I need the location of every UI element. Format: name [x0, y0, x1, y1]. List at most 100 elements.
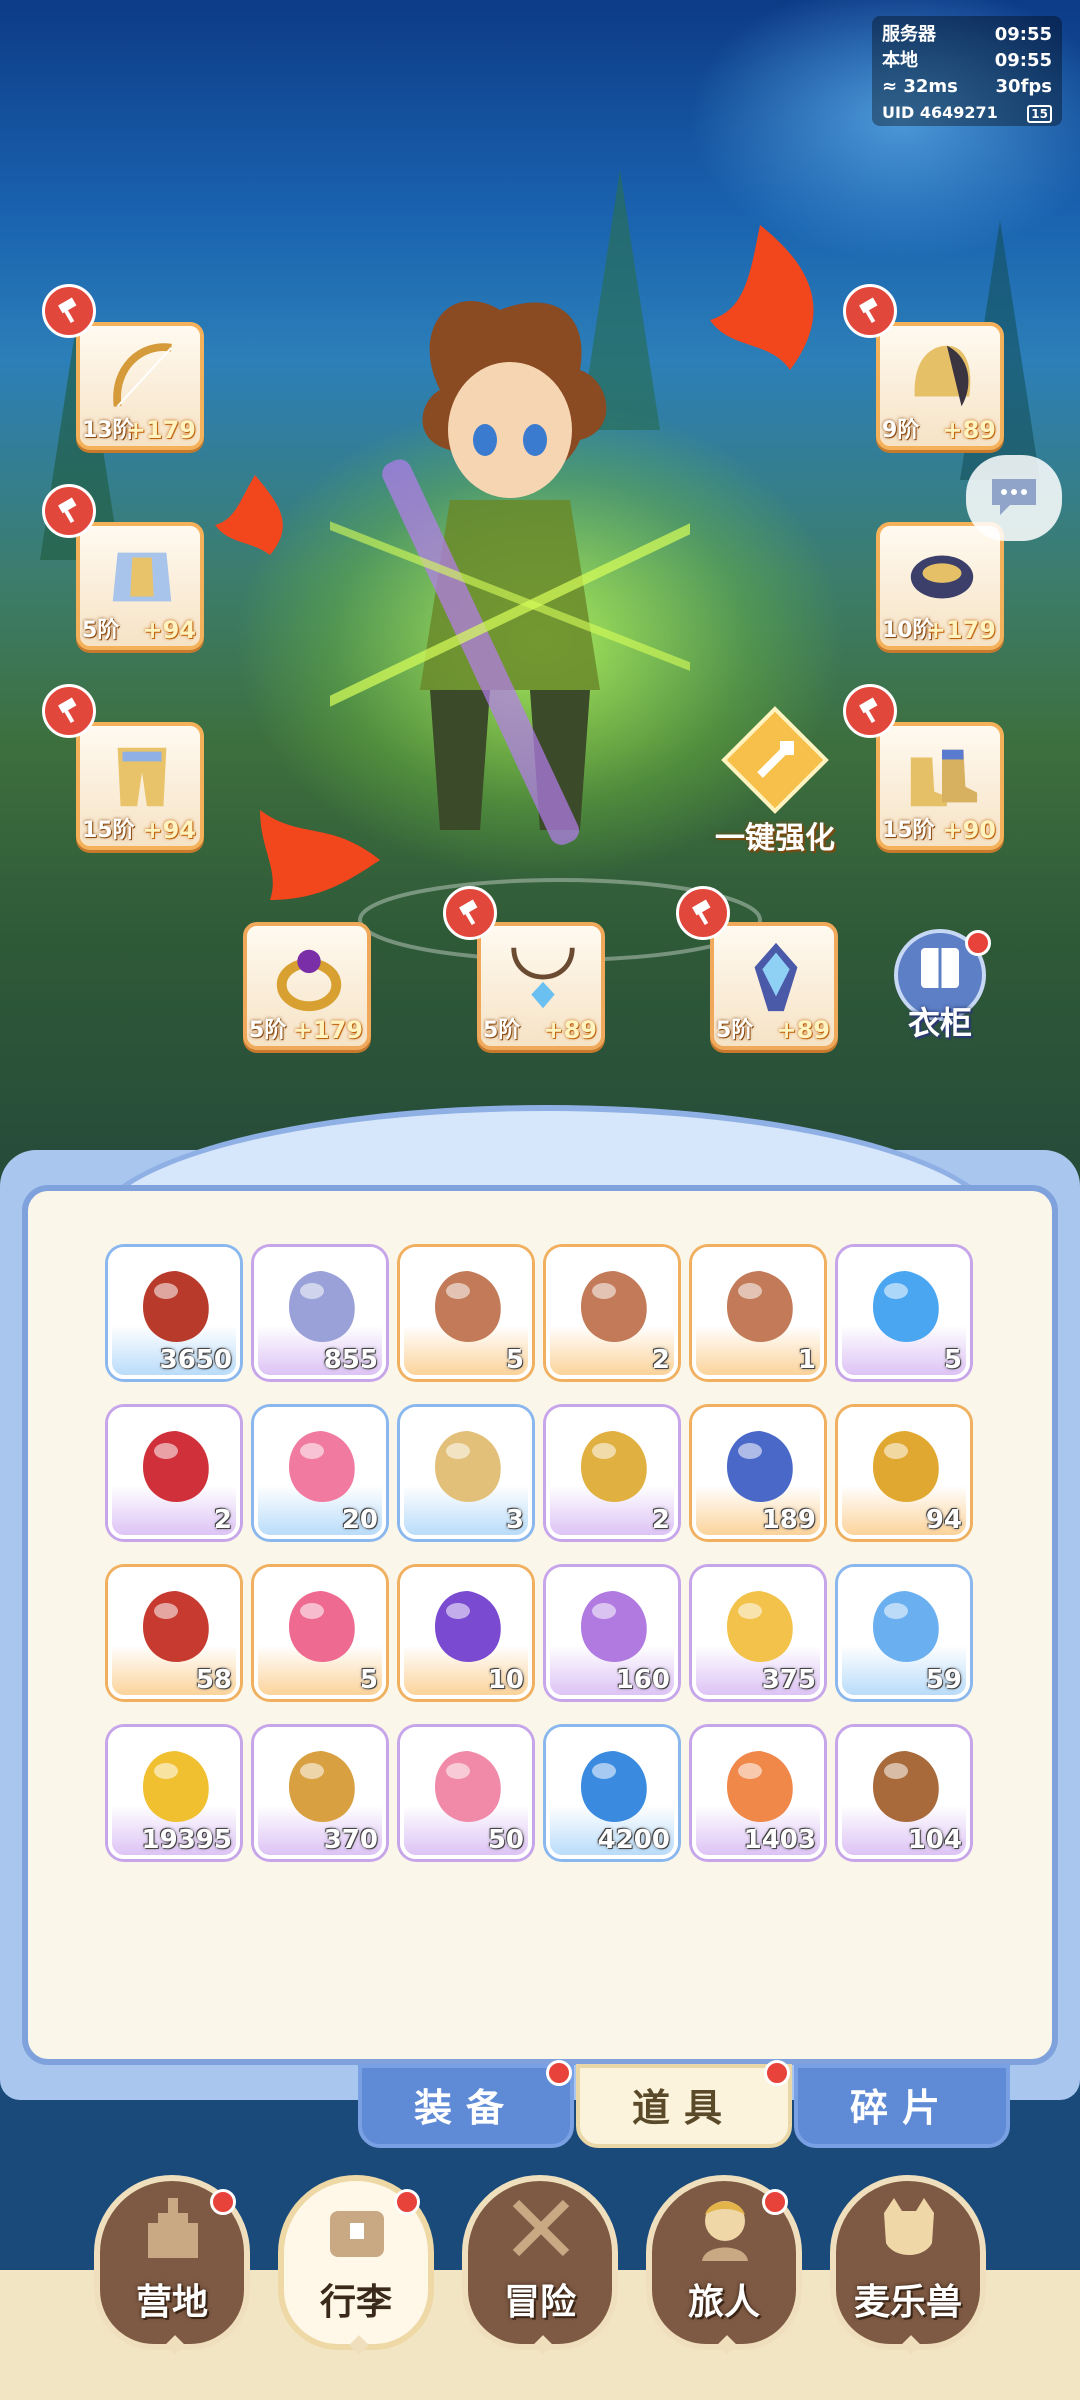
wardrobe-button[interactable]: 衣柜 — [885, 928, 995, 1048]
inventory-item[interactable]: 19395 — [108, 1727, 240, 1859]
battery-icon: 15 — [1027, 105, 1052, 123]
silver-heart-coin-icon — [289, 1271, 355, 1342]
red-fur-icon — [143, 1271, 209, 1342]
tab-label: 道具 — [631, 2086, 736, 2130]
equip-slot-necklace[interactable]: 5阶 +89 — [477, 922, 605, 1050]
inventory-panel[interactable]: 3650 855 5 2 1 5 2 20 3 2 189 94 58 5 10 160 375 59 19395 3… — [22, 1185, 1058, 2065]
item-count: 104 — [907, 1825, 962, 1855]
inventory-item[interactable]: 3650 — [108, 1247, 240, 1379]
upgrade-hammer-icon[interactable] — [42, 484, 96, 538]
tab-label: 装备 — [413, 2086, 518, 2130]
inventory-item[interactable]: 58 — [108, 1567, 240, 1699]
equip-slot-bow[interactable]: 13阶 +179 — [76, 322, 204, 450]
equip-slot-gauntlets[interactable]: 10阶 +179 — [876, 522, 1004, 650]
nav-luggage[interactable]: 行李 — [278, 2175, 434, 2355]
chest-armor-icon — [112, 552, 172, 602]
server-label: 服务器 — [882, 24, 936, 45]
item-count: 5 — [505, 1345, 524, 1375]
local-time: 09:55 — [994, 50, 1052, 71]
inventory-item[interactable]: 855 — [254, 1247, 386, 1379]
inventory-item[interactable]: 59 — [838, 1567, 970, 1699]
fps-value: 30fps — [995, 76, 1052, 97]
hero-character — [330, 301, 690, 845]
inventory-item[interactable]: 370 — [254, 1727, 386, 1859]
pet-cat-icon — [884, 2198, 934, 2255]
flame-effect — [215, 475, 283, 555]
ore-armor-icon — [581, 1271, 647, 1342]
upgrade-hammer-icon[interactable] — [843, 284, 897, 338]
wifi-icon: ≈ — [882, 76, 898, 97]
inventory-item[interactable]: 10 — [400, 1567, 532, 1699]
ring-icon — [276, 949, 342, 1012]
equip-bonus: +179 — [292, 1016, 363, 1044]
necklace-icon — [511, 947, 575, 1009]
inventory-item[interactable]: 2 — [546, 1407, 678, 1539]
star-cookie-icon — [289, 1751, 355, 1822]
item-count: 1 — [797, 1345, 816, 1375]
gold-card-icon — [873, 1431, 939, 1502]
equip-slot-amulet[interactable]: 5阶 +89 — [710, 922, 838, 1050]
uid-value: 4649271 — [919, 103, 998, 122]
equip-slot-boots[interactable]: 15阶 +90 — [876, 722, 1004, 850]
auto-upgrade-button[interactable]: 一键强化 — [700, 705, 850, 856]
item-count: 2 — [651, 1505, 670, 1535]
inventory-item[interactable]: 104 — [838, 1727, 970, 1859]
upgrade-hammer-icon[interactable] — [676, 886, 730, 940]
equip-tier: 5阶 — [716, 1018, 754, 1043]
cheese-icon — [727, 1591, 793, 1662]
bow-icon — [113, 343, 172, 407]
equip-slot-chest-armor[interactable]: 5阶 +94 — [76, 522, 204, 650]
upgrade-hammer-icon[interactable] — [42, 284, 96, 338]
upgrade-hammer-icon[interactable] — [42, 684, 96, 738]
inventory-item[interactable]: 5 — [400, 1247, 532, 1379]
equip-tier: 15阶 — [882, 818, 935, 843]
inventory-item[interactable]: 4200 — [546, 1727, 678, 1859]
amulet-icon — [754, 942, 798, 1012]
inventory-item[interactable]: 375 — [692, 1567, 824, 1699]
notification-dot — [210, 2189, 236, 2215]
status-hud: 服务器 09:55 本地 09:55 ≈ 32ms 30fps UID 4649271… — [872, 16, 1062, 126]
equip-tier: 5阶 — [82, 618, 120, 643]
equip-tier: 15阶 — [82, 818, 135, 843]
nav-adventure[interactable]: 冒险 — [462, 2175, 618, 2355]
inventory-item[interactable]: 50 — [400, 1727, 532, 1859]
item-count: 50 — [487, 1825, 524, 1855]
inventory-item[interactable]: 189 — [692, 1407, 824, 1539]
inventory-item[interactable]: 1403 — [692, 1727, 824, 1859]
equip-slot-helmet[interactable]: 9阶 +89 — [876, 322, 1004, 450]
inventory-item[interactable]: 5 — [254, 1567, 386, 1699]
equip-tier: 5阶 — [249, 1018, 287, 1043]
tab-items[interactable]: 道具 — [576, 2064, 792, 2148]
castle-icon — [148, 2198, 198, 2258]
inventory-item[interactable]: 3 — [400, 1407, 532, 1539]
inventory-item[interactable]: 2 — [108, 1407, 240, 1539]
nav-camp[interactable]: 营地 — [94, 2175, 250, 2355]
inventory-item[interactable]: 2 — [546, 1247, 678, 1379]
inventory-item[interactable]: 5 — [838, 1247, 970, 1379]
upgrade-hammer-icon[interactable] — [843, 684, 897, 738]
tab-equipment[interactable]: 装备 — [358, 2064, 574, 2148]
nav-label: 旅人 — [687, 2282, 760, 2323]
equip-bonus: +94 — [142, 816, 196, 844]
inventory-item[interactable]: 20 — [254, 1407, 386, 1539]
inventory-item[interactable]: 160 — [546, 1567, 678, 1699]
equip-bonus: +89 — [543, 1016, 597, 1044]
equip-slot-leg-armor[interactable]: 15阶 +94 — [76, 722, 204, 850]
nav-travelers[interactable]: 旅人 — [646, 2175, 802, 2355]
equip-slot-ring[interactable]: 5阶 +179 — [243, 922, 371, 1050]
gauntlets-icon — [910, 555, 974, 599]
item-count: 189 — [761, 1505, 816, 1535]
inventory-item[interactable]: 94 — [838, 1407, 970, 1539]
item-count: 10 — [487, 1665, 524, 1695]
chat-button[interactable] — [966, 455, 1062, 541]
equip-bonus: +89 — [942, 416, 996, 444]
wardrobe-label: 衣柜 — [907, 1004, 972, 1042]
item-count: 58 — [195, 1665, 232, 1695]
inventory-item[interactable]: 1 — [692, 1247, 824, 1379]
item-count: 2 — [213, 1505, 232, 1535]
item-count: 59 — [925, 1665, 962, 1695]
ticket-icon — [727, 1751, 793, 1822]
tab-fragments[interactable]: 碎片 — [794, 2064, 1010, 2148]
upgrade-hammer-icon[interactable] — [443, 886, 497, 940]
nav-pets[interactable]: 麦乐兽 — [830, 2175, 986, 2355]
